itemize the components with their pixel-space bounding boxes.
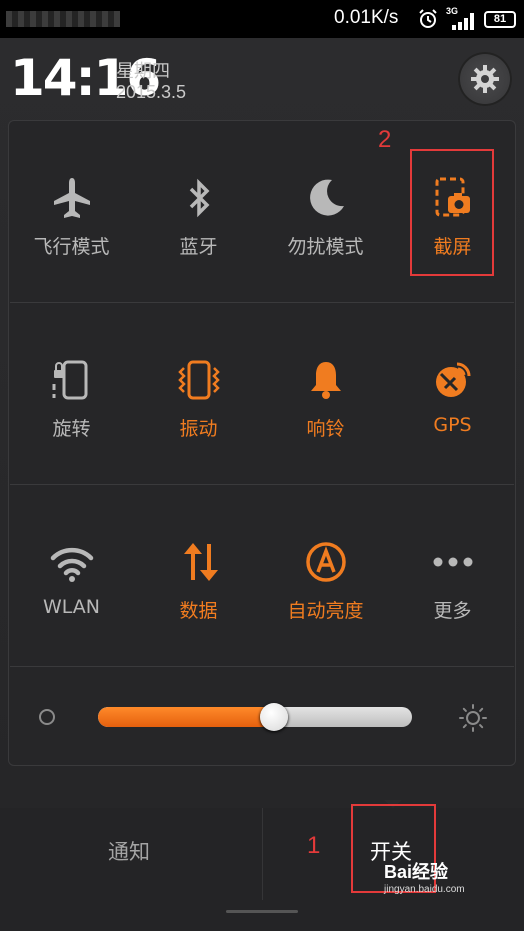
toggle-label: 更多 [433,600,472,622]
toggle-auto-brightness[interactable]: 自动亮度 [262,540,389,623]
annotation-number: 2 [378,126,392,153]
watermark-site: jingyan.baidu.com [384,884,465,895]
toggle-label: WLAN [42,596,101,618]
bell-icon [310,362,341,399]
carrier-blurred [6,11,120,27]
annotation-box-screenshot [410,149,494,276]
toggle-gps[interactable]: GPS [389,358,516,436]
annotation-number: 1 [307,832,321,859]
toggle-label: 响铃 [306,418,345,440]
toggle-label: 振动 [179,418,218,440]
watermark-brand: Bai经验 [384,862,449,882]
network-speed: 0.01K/s [334,7,399,28]
toggle-label: 自动亮度 [287,600,364,622]
gear-icon [471,65,499,93]
wifi-icon [50,547,93,582]
tab-notifications[interactable]: 通知 [108,836,150,866]
toggle-rotate[interactable]: 旋转 [8,358,135,441]
auto-brightness-icon [305,542,346,582]
toggle-label: 蓝牙 [179,236,218,258]
toggle-label: 旋转 [52,418,91,440]
data-arrows-icon [183,543,218,581]
divider [10,484,514,485]
baidu-jingyan-watermark: Bai经验 jingyan.baidu.com [384,858,520,895]
settings-button[interactable] [458,52,512,106]
gps-icon [435,362,470,397]
divider [10,666,514,667]
bluetooth-icon [189,178,209,218]
vibrate-icon [177,360,220,400]
moon-icon [309,179,344,216]
drag-handle[interactable] [226,910,298,913]
tab-divider [262,808,263,900]
brightness-low-icon [39,709,55,725]
toggle-do-not-disturb[interactable]: 勿扰模式 [262,176,389,259]
toggle-more[interactable]: 更多 [389,540,516,623]
airplane-icon [53,178,90,218]
toggle-label: GPS [433,414,472,436]
divider [10,302,514,303]
toggle-ring[interactable]: 响铃 [262,358,389,441]
toggle-label: 勿扰模式 [287,236,364,258]
toggle-airplane[interactable]: 飞行模式 [8,176,135,259]
battery-icon: 81 [484,11,516,28]
brightness-high-icon [459,704,487,732]
brightness-slider-handle[interactable] [259,703,288,731]
status-bar: 0.01K/s 3G 81 [0,0,524,38]
toggle-data[interactable]: 数据 [135,540,262,623]
toggle-label: 数据 [179,600,218,622]
weekday: 星期四 [116,61,170,82]
alarm-icon [419,9,437,28]
signal-icon [452,13,474,30]
toggle-wlan[interactable]: WLAN [8,540,135,618]
toggle-vibrate[interactable]: 振动 [135,358,262,441]
toggle-bluetooth[interactable]: 蓝牙 [135,176,262,259]
more-dots-icon [433,557,472,567]
date: 2015.3.5 [116,82,187,102]
brightness-fill [98,707,274,727]
rotate-lock-icon [52,360,87,400]
toggle-label: 飞行模式 [33,236,110,258]
brightness-slider[interactable] [98,707,412,727]
